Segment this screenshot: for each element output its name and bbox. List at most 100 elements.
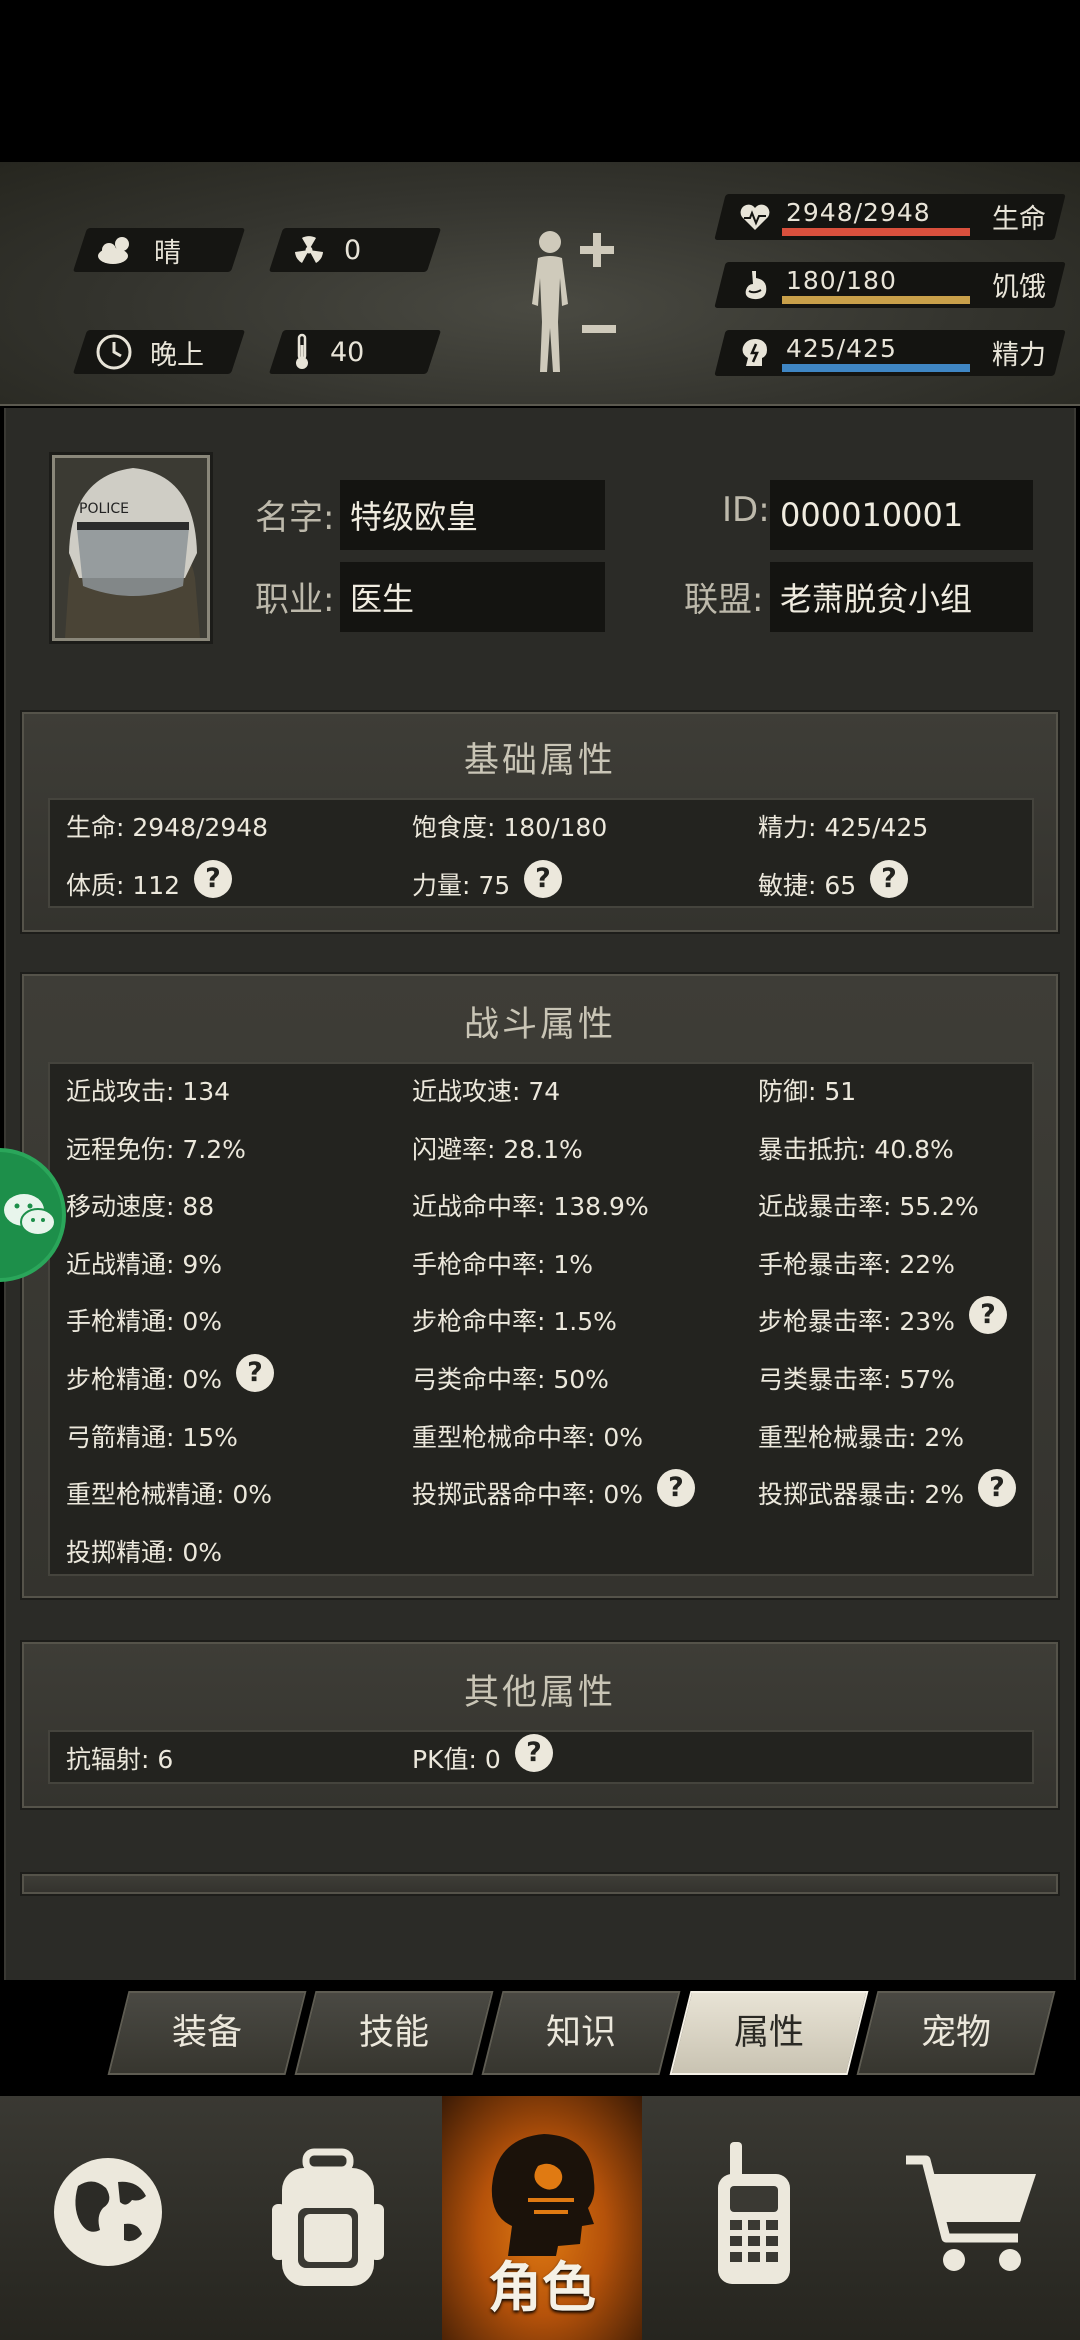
attribute-item: 步枪精通: 0% xyxy=(66,1365,223,1394)
radiation-chip[interactable]: 0 xyxy=(268,228,442,272)
attribute-item: 重型枪械精通: 0% xyxy=(66,1480,273,1510)
alliance-label: 联盟: xyxy=(684,580,764,620)
attribute-item: 近战命中率: 138.9% xyxy=(412,1192,649,1222)
temperature-chip[interactable]: 40 xyxy=(268,330,442,374)
nav-shop[interactable] xyxy=(862,2096,1080,2340)
avatar[interactable]: POLICE xyxy=(52,455,210,641)
stomach-icon xyxy=(745,271,767,300)
basic-attributes-title: 基础属性 xyxy=(463,741,616,781)
minus-icon xyxy=(582,325,616,333)
tab-knowledge[interactable]: 知识 xyxy=(481,1991,681,2075)
tab-attributes[interactable]: 属性 xyxy=(669,1991,869,2075)
shopping-cart-icon xyxy=(906,2155,1036,2271)
backpack-icon xyxy=(272,2148,384,2286)
job-label: 职业: xyxy=(255,580,335,620)
bottom-nav: 角色 xyxy=(0,2096,1080,2340)
attribute-item: 投掷武器暴击: 2% xyxy=(758,1480,965,1510)
name-label: 名字: xyxy=(255,498,335,538)
help-icon[interactable]: ? xyxy=(236,1354,274,1392)
time-of-day-text: 晚上 xyxy=(150,339,204,371)
attribute-item: 弓类命中率: 50% xyxy=(412,1365,609,1394)
nav-character[interactable]: 角色 xyxy=(442,2096,642,2340)
id-field: 000010001 xyxy=(770,480,1033,550)
clock-icon xyxy=(96,334,132,370)
basic-attributes-section: 基础属性 生命: 2948/2948 饱食度: 180/180 精力: 425/42… xyxy=(22,712,1058,932)
walkie-talkie-icon xyxy=(718,2142,790,2284)
svg-text:POLICE: POLICE xyxy=(79,501,129,517)
health-value: 2948/2948 xyxy=(786,198,931,227)
help-icon[interactable]: ? xyxy=(969,1296,1007,1335)
attribute-item: 近战攻速: 74 xyxy=(412,1077,561,1106)
basic-attributes-list: 生命: 2948/2948 饱食度: 180/180 精力: 425/425 体质: … xyxy=(48,798,1034,908)
attribute-item: 近战攻击: 134 xyxy=(66,1077,231,1106)
nav-character-label: 角色 xyxy=(488,2256,596,2319)
energy-value: 425/425 xyxy=(786,334,897,363)
help-icon[interactable]: ? xyxy=(657,1469,695,1508)
attribute-item: 步枪暴击率: 23% xyxy=(758,1307,955,1337)
hunger-label: 饥饿 xyxy=(992,272,1046,303)
help-icon[interactable]: ? xyxy=(194,860,232,898)
attribute-item: 抗辐射: 6 xyxy=(66,1745,174,1774)
tab-skills[interactable]: 技能 xyxy=(294,1991,494,2075)
attribute-item: 闪避率: 28.1% xyxy=(412,1134,583,1164)
name-field: 特级欧皇 xyxy=(340,480,605,550)
weather-chip[interactable]: 晴 xyxy=(72,228,246,272)
attribute-item: 近战暴击率: 55.2% xyxy=(758,1192,979,1222)
help-icon[interactable]: ? xyxy=(524,860,562,898)
attribute-item: 饱食度: 180/180 xyxy=(412,813,608,842)
time-chip[interactable]: 晚上 xyxy=(72,330,246,374)
hunger-bar: 180/180 饥饿 xyxy=(714,262,1066,308)
attribute-item: PK值: 0 xyxy=(412,1745,501,1774)
health-bar: 2948/2948 生命 xyxy=(714,194,1066,240)
brain-icon xyxy=(742,339,767,366)
attribute-item: 近战精通: 9% xyxy=(66,1249,223,1279)
alliance-field: 老萧脱贫小组 xyxy=(770,562,1033,632)
attribute-item: 重型枪械暴击: 2% xyxy=(758,1422,965,1452)
attribute-item: 手枪暴击率: 22% xyxy=(758,1249,955,1279)
tab-equipment[interactable]: 装备 xyxy=(107,1991,307,2075)
nav-radio[interactable] xyxy=(644,2096,862,2340)
weather-sun-cloud-icon xyxy=(98,237,129,264)
status-bar: 晴 0 晚上 40 2948/2948 生命 180/180 饥饿 425/42… xyxy=(0,162,1080,406)
attribute-item: 投掷精通: 0% xyxy=(66,1537,223,1567)
attribute-item: 远程免伤: 7.2% xyxy=(66,1134,246,1164)
globe-icon xyxy=(54,2158,162,2266)
help-icon[interactable]: ? xyxy=(870,860,908,898)
other-attributes-title: 其他属性 xyxy=(463,1673,616,1713)
combat-attributes-title: 战斗属性 xyxy=(463,1005,616,1045)
temperature-value: 40 xyxy=(330,336,365,368)
combat-attributes-list: 近战攻击: 134 近战攻速: 74 防御: 51 远程免伤: 7.2% 闪避率: 28… xyxy=(48,1062,1034,1576)
attribute-item: 暴击抵抗: 40.8% xyxy=(758,1134,954,1164)
heart-icon xyxy=(740,204,770,230)
job-field: 医生 xyxy=(340,562,605,632)
attribute-item: 移动速度: 88 xyxy=(66,1192,215,1222)
help-icon[interactable]: ? xyxy=(978,1469,1016,1508)
radiation-value: 0 xyxy=(344,234,362,266)
health-fill xyxy=(782,228,970,236)
weather-text: 晴 xyxy=(154,237,181,269)
hunger-fill xyxy=(782,296,970,304)
body-status-icon[interactable] xyxy=(520,222,630,392)
attribute-item: 步枪命中率: 1.5% xyxy=(412,1307,617,1337)
energy-label: 精力 xyxy=(992,340,1046,371)
sub-tab-bar: 装备 技能 知识 属性 宠物 xyxy=(0,1980,1080,2096)
help-icon[interactable]: ? xyxy=(515,1734,553,1772)
combat-attributes-section: 战斗属性 近战攻击: 134 近战攻速: 74 防御: 51 远程免伤: 7.2% 闪避… xyxy=(22,974,1058,1598)
tab-pets[interactable]: 宠物 xyxy=(856,1991,1056,2075)
nav-backpack[interactable] xyxy=(218,2096,440,2340)
energy-bar: 425/425 精力 xyxy=(714,330,1066,376)
health-label: 生命 xyxy=(992,204,1046,235)
attribute-item: 力量: 75 xyxy=(412,871,511,900)
attribute-item: 弓类暴击率: 57% xyxy=(758,1365,955,1394)
attribute-item: 防御: 51 xyxy=(758,1077,857,1106)
attribute-item: 手枪精通: 0% xyxy=(66,1307,223,1337)
attribute-item: 弓箭精通: 15% xyxy=(66,1422,238,1452)
wechat-icon xyxy=(4,1194,56,1236)
attribute-item: 精力: 425/425 xyxy=(758,813,929,842)
other-attributes-section: 其他属性 抗辐射: 6 PK值: 0? xyxy=(22,1642,1058,1808)
nav-world[interactable] xyxy=(0,2096,218,2340)
thermometer-icon xyxy=(296,333,308,369)
attribute-item: 手枪命中率: 1% xyxy=(412,1249,594,1279)
energy-fill xyxy=(782,364,970,372)
attribute-item: 重型枪械命中率: 0% xyxy=(412,1422,644,1452)
